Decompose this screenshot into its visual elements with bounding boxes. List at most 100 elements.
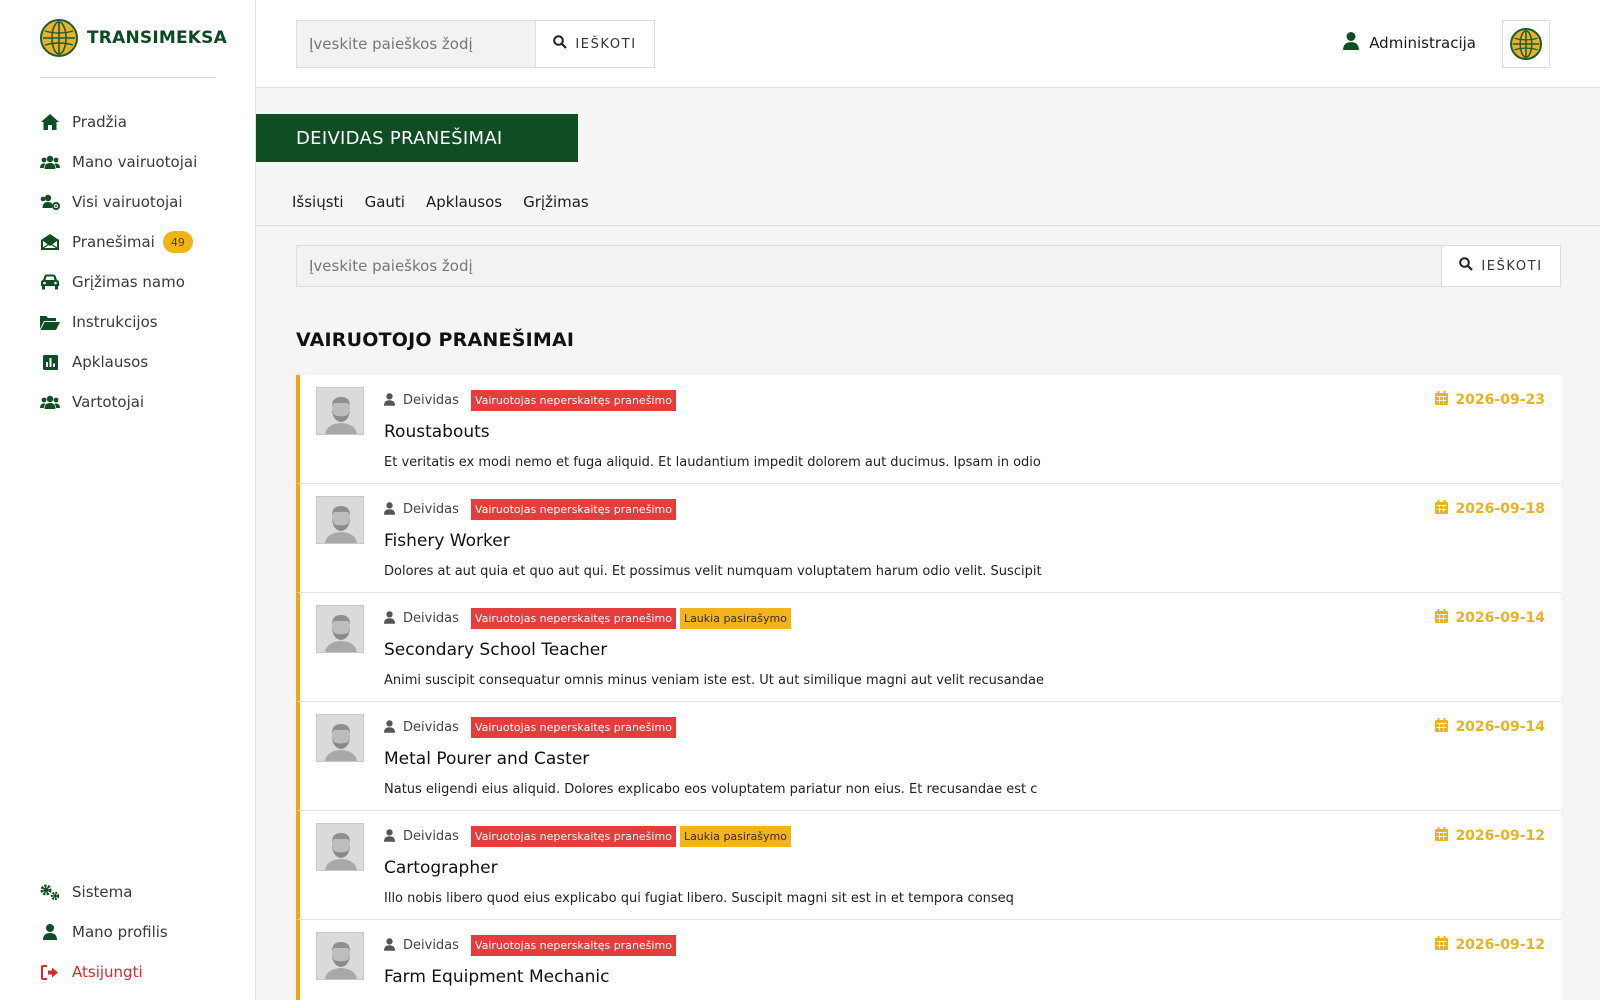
tab-issiusti[interactable]: Išsiųsti: [292, 188, 344, 216]
message-date-text: 2026-09-12: [1455, 937, 1545, 953]
message-preview: Dolores at aut quia et quo aut qui. Et p…: [384, 564, 1042, 579]
sidebar-item-grizimas-namo[interactable]: Grįžimas namo: [0, 262, 256, 302]
unread-status-tag: Vairuotojas neperskaitęs pranešimo: [470, 389, 676, 411]
message-date-text: 2026-09-14: [1455, 610, 1545, 626]
sidebar-item-label: Pranešimai: [72, 233, 155, 251]
message-author: Deividas: [403, 610, 459, 626]
message-search-button[interactable]: IEŠKOTI: [1441, 245, 1561, 287]
unread-count-badge: 49: [162, 231, 193, 253]
message-list: Deividas Vairuotojas neperskaitęs praneš…: [296, 375, 1561, 1000]
avatar[interactable]: [1502, 20, 1550, 68]
unread-status-tag: Vairuotojas neperskaitęs pranešimo: [470, 716, 676, 738]
user-name: Administracija: [1369, 34, 1476, 52]
sidebar-item-vartotojai[interactable]: Vartotojai: [0, 382, 256, 422]
message-title: Secondary School Teacher: [384, 640, 608, 660]
tab-gauti[interactable]: Gauti: [365, 188, 405, 216]
brand-logo[interactable]: TRANSIMEKSA: [40, 19, 227, 57]
message-date-text: 2026-09-14: [1455, 719, 1545, 735]
driver-avatar: [316, 387, 364, 435]
sidebar-item-visi-vairuotojai[interactable]: Visi vairuotojai: [0, 182, 256, 222]
message-preview: Et veritatis ex modi nemo et fuga aliqui…: [384, 455, 1041, 470]
top-search-button[interactable]: IEŠKOTI: [535, 20, 655, 68]
calendar-icon: [1435, 936, 1449, 954]
driver-avatar: [316, 605, 364, 653]
user-menu[interactable]: Administracija: [1343, 32, 1476, 54]
sidebar-item-label: Instrukcijos: [72, 313, 158, 331]
sidebar-bottom-nav: Sistema Mano profilis Atsijungti: [0, 872, 256, 992]
message-item[interactable]: Deividas Vairuotojas neperskaitęs praneš…: [296, 811, 1561, 920]
message-search-input[interactable]: [296, 245, 1442, 287]
message-title: Fishery Worker: [384, 531, 510, 551]
users-icon: [40, 392, 60, 412]
globe-logo-icon: [1510, 28, 1542, 60]
message-item[interactable]: Deividas Vairuotojas neperskaitęs praneš…: [296, 920, 1561, 1000]
sidebar-item-sistema[interactable]: Sistema: [0, 872, 256, 912]
message-item[interactable]: Deividas Vairuotojas neperskaitęs praneš…: [296, 484, 1561, 593]
message-preview: Natus eligendi eius aliquid. Dolores exp…: [384, 782, 1038, 797]
driver-avatar: [316, 714, 364, 762]
search-button-label: IEŠKOTI: [575, 36, 637, 52]
message-item[interactable]: Deividas Vairuotojas neperskaitęs praneš…: [296, 375, 1561, 484]
poll-icon: [40, 352, 60, 372]
sidebar-item-label: Vartotojai: [72, 393, 145, 411]
sign-out-icon: [40, 962, 60, 982]
message-meta: Deividas Vairuotojas neperskaitęs praneš…: [384, 498, 676, 520]
message-title: Cartographer: [384, 858, 498, 878]
users-cog-icon: [40, 192, 60, 212]
message-preview: Animi suscipit consequatur omnis minus v…: [384, 673, 1045, 688]
sidebar-item-atsijungti[interactable]: Atsijungti: [0, 952, 256, 992]
user-icon: [384, 827, 395, 846]
user-icon: [384, 718, 395, 737]
user-icon: [40, 922, 60, 942]
sidebar-item-pradzia[interactable]: Pradžia: [0, 102, 256, 142]
sidebar-item-label: Mano profilis: [72, 923, 168, 941]
unread-status-tag: Vairuotojas neperskaitęs pranešimo: [470, 498, 676, 520]
message-item[interactable]: Deividas Vairuotojas neperskaitęs praneš…: [296, 593, 1561, 702]
calendar-icon: [1435, 500, 1449, 518]
sidebar-item-apklausos[interactable]: Apklausos: [0, 342, 256, 382]
awaiting-signature-tag: Laukia pasirašymo: [679, 825, 791, 847]
message-author: Deividas: [403, 501, 459, 517]
sidebar-item-pranesimai[interactable]: Pranešimai 49: [0, 222, 256, 262]
message-item[interactable]: Deividas Vairuotojas neperskaitęs praneš…: [296, 702, 1561, 811]
sidebar-item-mano-profilis[interactable]: Mano profilis: [0, 912, 256, 952]
message-date-text: 2026-09-23: [1455, 392, 1545, 408]
message-date: 2026-09-18: [1435, 500, 1545, 518]
message-meta: Deividas Vairuotojas neperskaitęs praneš…: [384, 934, 676, 956]
sidebar-item-label: Apklausos: [72, 353, 149, 371]
unread-status-tag: Vairuotojas neperskaitęs pranešimo: [470, 607, 676, 629]
message-author: Deividas: [403, 719, 459, 735]
calendar-icon: [1435, 718, 1449, 736]
brand-name: TRANSIMEKSA: [87, 28, 227, 48]
divider: [40, 77, 216, 78]
globe-logo-icon: [40, 19, 78, 57]
message-date-text: 2026-09-12: [1455, 828, 1545, 844]
folder-open-icon: [40, 312, 60, 332]
message-date-text: 2026-09-18: [1455, 501, 1545, 517]
sidebar-item-label: Visi vairuotojai: [72, 193, 183, 211]
users-icon: [40, 152, 60, 172]
message-meta: Deividas Vairuotojas neperskaitęs praneš…: [384, 607, 791, 629]
message-date: 2026-09-12: [1435, 936, 1545, 954]
sidebar-item-label: Sistema: [72, 883, 133, 901]
calendar-icon: [1435, 827, 1449, 845]
envelope-open-icon: [40, 232, 60, 252]
search-icon: [553, 35, 568, 53]
sidebar-item-mano-vairuotojai[interactable]: Mano vairuotojai: [0, 142, 256, 182]
unread-status-tag: Vairuotojas neperskaitęs pranešimo: [470, 825, 676, 847]
sidebar-item-instrukcijos[interactable]: Instrukcijos: [0, 302, 256, 342]
top-search-input[interactable]: [296, 20, 536, 68]
calendar-icon: [1435, 609, 1449, 627]
message-tabs: Išsiųsti Gauti Apklausos Grįžimas: [256, 188, 1600, 226]
sidebar-item-label: Grįžimas namo: [72, 273, 185, 291]
message-meta: Deividas Vairuotojas neperskaitęs praneš…: [384, 825, 791, 847]
user-icon: [384, 500, 395, 519]
unread-status-tag: Vairuotojas neperskaitęs pranešimo: [470, 934, 676, 956]
sidebar-item-label: Mano vairuotojai: [72, 153, 198, 171]
tab-grizimas[interactable]: Grįžimas: [523, 188, 589, 216]
user-icon: [384, 936, 395, 955]
sidebar-nav: Pradžia Mano vairuotojai Visi vairuotoja…: [0, 102, 256, 422]
tab-apklausos[interactable]: Apklausos: [426, 188, 502, 216]
awaiting-signature-tag: Laukia pasirašymo: [679, 607, 791, 629]
message-meta: Deividas Vairuotojas neperskaitęs praneš…: [384, 716, 676, 738]
